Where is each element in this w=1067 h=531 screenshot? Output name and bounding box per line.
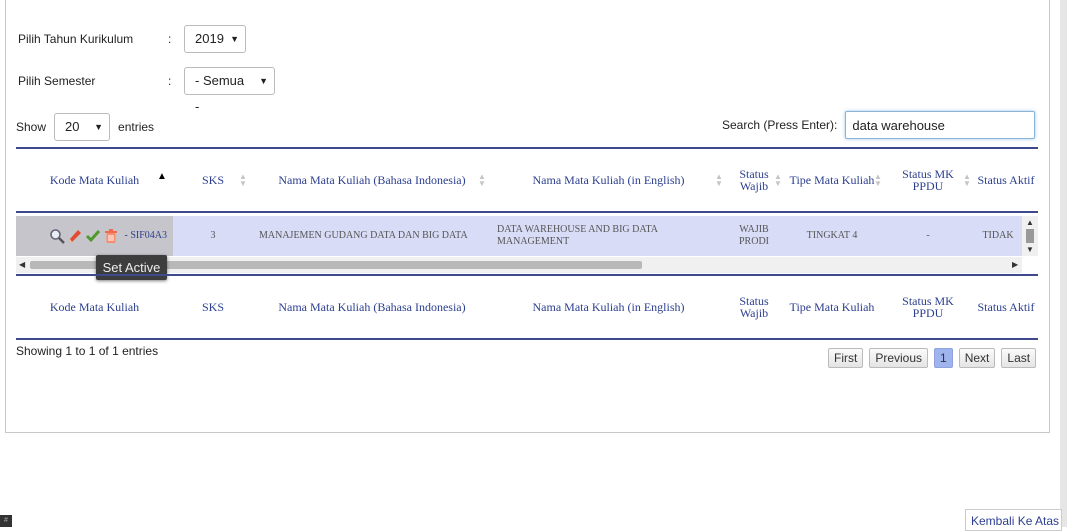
hash-icon[interactable]: # [0, 515, 12, 527]
pencil-icon[interactable] [67, 228, 83, 244]
show-label: Show [16, 120, 47, 134]
colon: : [168, 32, 172, 46]
sort-icon: ▲ ▼ [478, 172, 486, 188]
row-nama-id: MANAJEMEN GUDANG DATA DAN BIG DATA [259, 230, 468, 241]
chevron-down-icon: ▼ [230, 34, 239, 44]
entries-label: entries [118, 120, 155, 134]
foot-kode: Kode Mata Kuliah [49, 300, 140, 314]
scroll-down-icon[interactable]: ▼ [1026, 245, 1034, 254]
row-ppdu: - [926, 230, 930, 241]
filter-semester-label: Pilih Semester [18, 74, 96, 88]
sort-icon: ▲ ▼ [963, 172, 971, 188]
row-code-link[interactable]: - SIF04A3 [124, 230, 167, 242]
colon: : [168, 74, 172, 88]
sort-icon: ▲ ▼ [774, 172, 782, 188]
row-actions: - SIF04A3 [16, 216, 173, 256]
table-top-rule [16, 147, 1038, 149]
col-tipe-label: Tipe Mata Kuliah [789, 173, 875, 187]
page-1-button[interactable]: 1 [934, 348, 953, 368]
table-row: - SIF04A3 3 MANAJEMEN GUDANG DATA DAN BI… [16, 216, 1022, 256]
foot-sks: SKS [201, 300, 224, 314]
tahun-select-value: 2019 [195, 31, 224, 46]
col-sks-header[interactable]: SKS ▲ ▼ [173, 150, 253, 210]
col-nama-en-label: Nama Mata Kuliah (in English) [532, 173, 685, 187]
row-sks: 3 [210, 230, 216, 241]
col-nama-id-label: Nama Mata Kuliah (Bahasa Indonesia) [278, 173, 466, 187]
next-page-button[interactable]: Next [958, 348, 996, 368]
scroll-thumb[interactable] [1026, 229, 1034, 243]
row-aktif: TIDAK [982, 230, 1014, 241]
search-input[interactable] [845, 111, 1036, 139]
col-nama-en-header[interactable]: Nama Mata Kuliah (in English) ▲ ▼ [491, 150, 726, 210]
filter-semester-row: Pilih Semester : - Semua - ▼ [18, 67, 275, 114]
col-ppdu-label: Status MK PPDU [902, 167, 954, 193]
sort-ascending-icon: ▲ [157, 171, 167, 182]
col-sks-label: SKS [201, 173, 224, 187]
col-kode-label: Kode Mata Kuliah [49, 173, 140, 187]
sort-icon: ▲ ▼ [874, 172, 882, 188]
col-nama-id-header[interactable]: Nama Mata Kuliah (Bahasa Indonesia) ▲ ▼ [253, 150, 491, 210]
pagination: First Previous 1 Next Last [828, 348, 1042, 368]
col-status-wajib-header[interactable]: Status Wajib ▲ ▼ [726, 150, 782, 210]
col-aktif-label: Status Aktif [977, 173, 1035, 187]
table-vertical-scrollbar[interactable]: ▲ ▼ [1022, 216, 1038, 256]
tahun-select[interactable]: 2019 ▼ [184, 25, 246, 53]
foot-nama-id: Nama Mata Kuliah (Bahasa Indonesia) [278, 300, 466, 314]
page-scrollbar[interactable] [1060, 0, 1067, 527]
foot-aktif: Status Aktif [977, 300, 1035, 314]
entries-select-value: 20 [65, 119, 80, 134]
search-icon[interactable] [49, 228, 66, 244]
previous-page-button[interactable]: Previous [869, 348, 929, 368]
foot-ppdu: Status MK PPDU [902, 294, 954, 320]
search-label: Search (Press Enter): [722, 118, 838, 132]
scroll-right-icon[interactable]: ▶ [1012, 260, 1018, 269]
foot-status-wajib: Status Wajib [739, 294, 769, 320]
col-ppdu-header[interactable]: Status MK PPDU ▲ ▼ [882, 150, 974, 210]
chevron-down-icon: ▼ [94, 122, 104, 132]
trash-icon[interactable] [103, 228, 119, 244]
col-status-wajib-label: Status Wajib [739, 167, 769, 193]
sort-icon: ▲ ▼ [239, 172, 247, 188]
semester-select[interactable]: - Semua - ▼ [184, 67, 275, 114]
scroll-left-icon[interactable]: ◀ [19, 260, 25, 269]
checkmark-icon[interactable] [85, 228, 101, 244]
first-page-button[interactable]: First [828, 348, 864, 368]
row-nama-en: DATA WAREHOUSE AND BIG DATA MANAGEMENT [497, 224, 658, 247]
filter-tahun-label: Pilih Tahun Kurikulum [18, 32, 134, 46]
scroll-up-icon[interactable]: ▲ [1026, 218, 1034, 227]
back-to-top-link[interactable]: Kembali Ke Atas [965, 509, 1062, 531]
table-info: Showing 1 to 1 of 1 entries [16, 344, 159, 358]
last-page-button[interactable]: Last [1001, 348, 1037, 368]
filter-tahun-row: Pilih Tahun Kurikulum : 2019 ▼ [18, 25, 246, 53]
col-tipe-header[interactable]: Tipe Mata Kuliah ▲ ▼ [782, 150, 882, 210]
entries-select[interactable]: 20 ▼ [54, 113, 111, 141]
table-header-rule [16, 211, 1038, 213]
table-header: Kode Mata Kuliah ▲ SKS ▲ ▼ Nama Mata Kuli… [16, 150, 1038, 210]
foot-nama-en: Nama Mata Kuliah (in English) [532, 300, 685, 314]
length-control: Show 20 ▼ entries [16, 113, 154, 141]
col-aktif-header[interactable]: Status Aktif [974, 150, 1038, 210]
sort-icon: ▲ ▼ [715, 172, 723, 188]
foot-tipe: Tipe Mata Kuliah [789, 300, 875, 314]
search-control: Search (Press Enter): [722, 111, 1036, 139]
row-status-wajib: WAJIB PRODI [738, 224, 769, 247]
col-kode-header[interactable]: Kode Mata Kuliah ▲ [16, 150, 173, 210]
chevron-down-icon: ▼ [259, 76, 268, 86]
row-tipe: TINGKAT 4 [806, 230, 858, 241]
table-bottom-rule [16, 338, 1038, 340]
table-footer: Kode Mata Kuliah SKS Nama Mata Kuliah (B… [16, 277, 1038, 337]
table-footer-top-rule [16, 274, 1038, 276]
